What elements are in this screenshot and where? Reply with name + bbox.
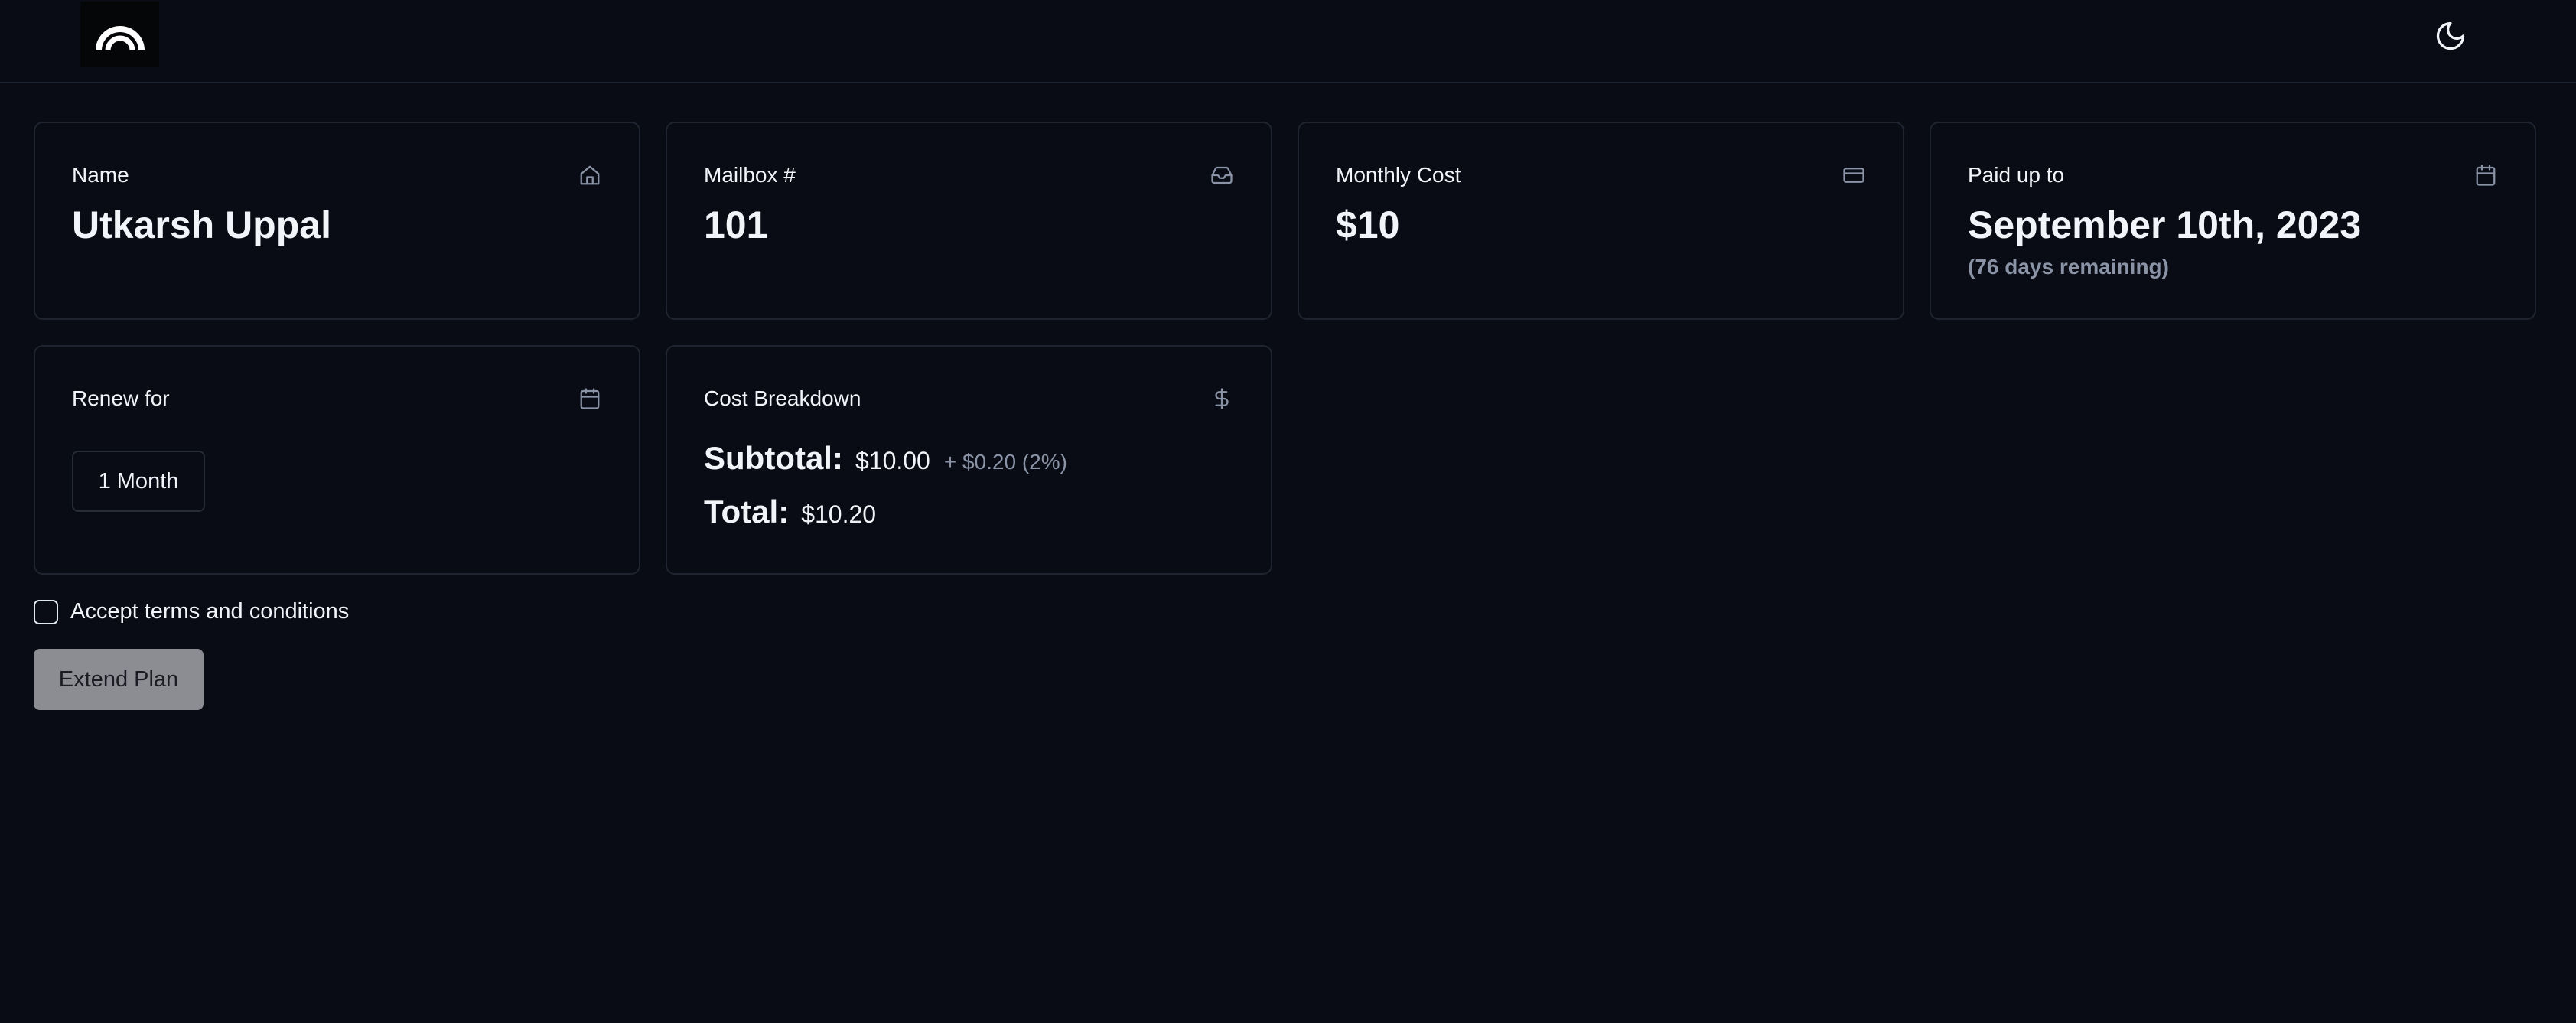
card-title: Paid up to xyxy=(1968,163,2065,187)
mailbox-card: Mailbox # 101 xyxy=(666,122,1272,320)
card-title: Name xyxy=(72,163,129,187)
terms-checkbox[interactable] xyxy=(34,599,58,624)
card-title: Mailbox # xyxy=(704,163,796,187)
arch-logo-icon xyxy=(95,26,145,51)
dollar-icon xyxy=(1210,386,1234,411)
top-bar xyxy=(0,0,2576,83)
extend-plan-button[interactable]: Extend Plan xyxy=(34,649,204,710)
theme-toggle-button[interactable] xyxy=(2428,14,2473,58)
renew-period-select[interactable]: 1 Month xyxy=(72,451,205,512)
processing-fee: + $0.20 (2%) xyxy=(943,450,1067,474)
cost-breakdown-card: Cost Breakdown Subtotal: $10.00 + $0.20 … xyxy=(666,345,1272,575)
customer-name: Utkarsh Uppal xyxy=(72,204,331,246)
inbox-icon xyxy=(1210,163,1234,187)
terms-row: Accept terms and conditions xyxy=(34,599,349,624)
app-logo[interactable] xyxy=(80,2,159,67)
subtotal-row: Subtotal: $10.00 + $0.20 (2%) xyxy=(704,440,1067,477)
total-label: Total: xyxy=(704,494,790,529)
calendar-icon xyxy=(578,386,602,411)
renew-for-card: Renew for 1 Month xyxy=(34,345,640,575)
subtotal-label: Subtotal: xyxy=(704,440,843,476)
monthly-cost-card: Monthly Cost $10 xyxy=(1298,122,1904,320)
monthly-cost-value: $10 xyxy=(1336,204,1400,246)
moon-icon xyxy=(2436,21,2465,50)
card-title: Renew for xyxy=(72,386,170,410)
total-row: Total: $10.20 xyxy=(704,494,876,530)
terms-label[interactable]: Accept terms and conditions xyxy=(70,599,349,624)
home-icon xyxy=(578,163,602,187)
calendar-icon xyxy=(2473,163,2498,187)
card-title: Cost Breakdown xyxy=(704,386,861,410)
paid-up-to-card: Paid up to September 10th, 2023 (76 days… xyxy=(1930,122,2536,320)
card-title: Monthly Cost xyxy=(1336,163,1461,187)
subtotal-value: $10.00 xyxy=(855,447,930,474)
paid-up-to-date: September 10th, 2023 xyxy=(1968,204,2362,246)
mailbox-number: 101 xyxy=(704,204,768,246)
total-value: $10.20 xyxy=(801,500,877,528)
name-card: Name Utkarsh Uppal xyxy=(34,122,640,320)
credit-card-icon xyxy=(1842,163,1866,187)
days-remaining: (76 days remaining) xyxy=(1968,255,2169,279)
